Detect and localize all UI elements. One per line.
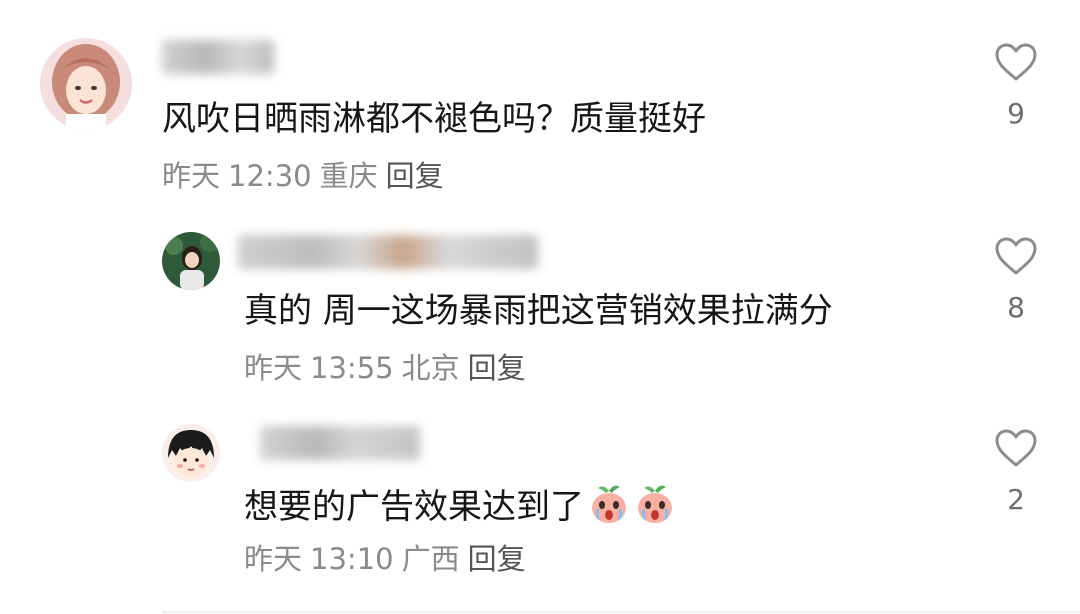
comment-text: 想要的广告效果达到了 (244, 483, 676, 534)
heart-icon (995, 429, 1037, 467)
username-blurred[interactable] (238, 235, 538, 269)
crying-peach-emoji-icon (588, 483, 630, 534)
reply-button[interactable]: 回复 (468, 351, 526, 385)
heart-icon (995, 43, 1037, 81)
comment-text: 风吹日晒雨淋都不褪色吗？质量挺好 (162, 99, 706, 139)
like-count: 8 (1007, 291, 1025, 324)
comment-time: 13:55 (310, 351, 394, 385)
comment-meta: 昨天 12:30 重庆 回复 (162, 158, 452, 194)
comment-date: 昨天 (244, 542, 303, 576)
like-button[interactable]: 8 (988, 236, 1044, 324)
comment-date: 昨天 (162, 159, 221, 193)
avatar[interactable] (162, 232, 220, 290)
comment-meta: 昨天 13:10 广西 回复 (244, 541, 534, 577)
like-button[interactable]: 9 (988, 42, 1044, 130)
comment-location: 北京 (401, 351, 460, 385)
username-blurred[interactable] (260, 426, 420, 460)
reply-button[interactable]: 回复 (386, 159, 444, 193)
username-blurred[interactable] (162, 40, 274, 74)
avatar[interactable] (40, 38, 132, 130)
avatar-cartoon-icon (162, 424, 220, 482)
heart-icon (995, 237, 1037, 275)
comment-text-content: 想要的广告效果达到了 (244, 487, 584, 527)
comment-time: 12:30 (228, 159, 312, 193)
comment-date: 昨天 (244, 351, 303, 385)
crying-peach-emoji-icon (634, 483, 676, 534)
avatar[interactable] (162, 424, 220, 482)
comment-location: 广西 (401, 542, 460, 576)
like-count: 9 (1007, 97, 1025, 130)
like-count: 2 (1007, 483, 1025, 516)
avatar-girl-icon (162, 232, 220, 290)
avatar-woman-icon (40, 38, 132, 130)
reply-button[interactable]: 回复 (468, 542, 526, 576)
comment-location: 重庆 (319, 159, 378, 193)
divider (162, 611, 1080, 613)
like-button[interactable]: 2 (988, 428, 1044, 516)
comment-time: 13:10 (310, 542, 394, 576)
comment-text: 真的 周一这场暴雨把这营销效果拉满分 (244, 291, 833, 331)
comment-meta: 昨天 13:55 北京 回复 (244, 350, 534, 386)
